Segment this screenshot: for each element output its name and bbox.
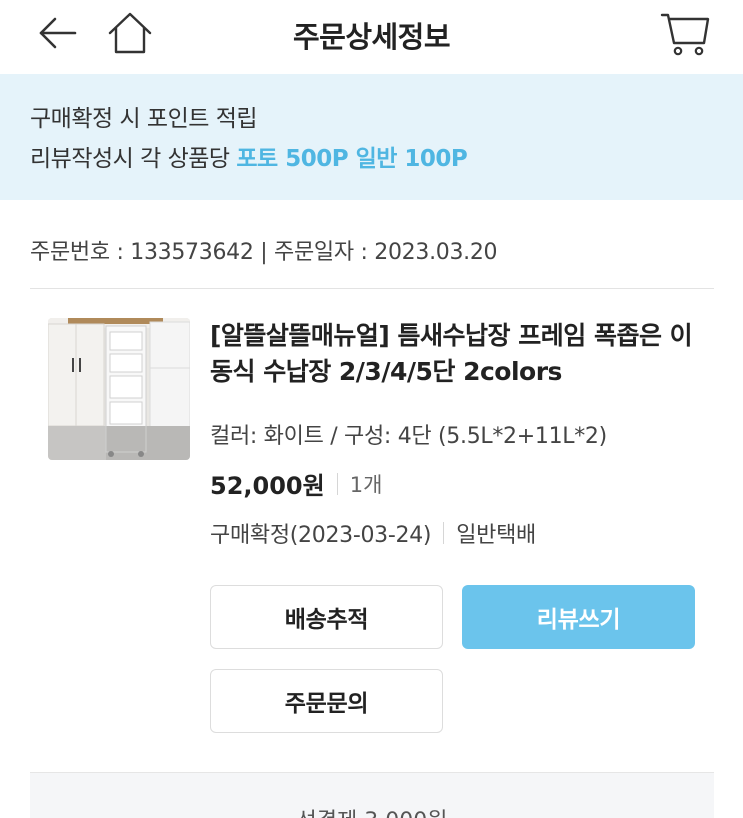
status-separator xyxy=(443,522,445,544)
shipping-fee: 선결제 3,000원 xyxy=(30,803,714,818)
price-row: 52,000원 1개 xyxy=(210,466,382,501)
points-banner: 구매확정 시 포인트 적립 리뷰작성시 각 상품당 포토 500P 일반 100… xyxy=(0,74,743,200)
cart-icon xyxy=(660,13,710,56)
page-title: 주문상세정보 xyxy=(292,20,451,54)
top-header: 주문상세정보 xyxy=(0,0,743,74)
banner-line-1: 구매확정 시 포인트 적립 xyxy=(30,106,258,132)
banner-line-2-text: 리뷰작성시 각 상품당 xyxy=(30,146,237,172)
order-inquiry-button[interactable]: 주문문의 xyxy=(210,669,443,733)
order-status: 구매확정(2023-03-24) xyxy=(210,523,432,548)
product-quantity: 1개 xyxy=(349,472,383,497)
product-price: 52,000원 xyxy=(210,472,325,500)
order-info: 주문번호 : 133573642 | 주문일자 : 2023.03.20 xyxy=(30,240,498,265)
write-review-button[interactable]: 리뷰쓰기 xyxy=(462,585,695,649)
cart-button[interactable] xyxy=(656,6,714,60)
section-divider xyxy=(30,288,714,289)
banner-line-2: 리뷰작성시 각 상품당 포토 500P 일반 100P xyxy=(30,139,713,179)
banner-points-highlight: 포토 500P 일반 100P xyxy=(236,146,468,172)
status-row: 구매확정(2023-03-24) 일반택배 xyxy=(210,517,536,549)
price-separator xyxy=(336,472,338,495)
product-photo xyxy=(48,318,190,460)
product-option: 컬러: 화이트 / 구성: 4단 (5.5L*2+11L*2) xyxy=(210,424,607,449)
payment-summary: 선결제 3,000원 xyxy=(30,772,714,818)
product-name[interactable]: [알뜰살뜰매뉴얼] 틈새수납장 프레임 폭좁은 이동식 수납장 2/3/4/5단… xyxy=(210,318,700,390)
delivery-type: 일반택배 xyxy=(456,523,536,548)
track-delivery-button[interactable]: 배송추적 xyxy=(210,585,443,649)
product-image[interactable] xyxy=(48,318,190,460)
